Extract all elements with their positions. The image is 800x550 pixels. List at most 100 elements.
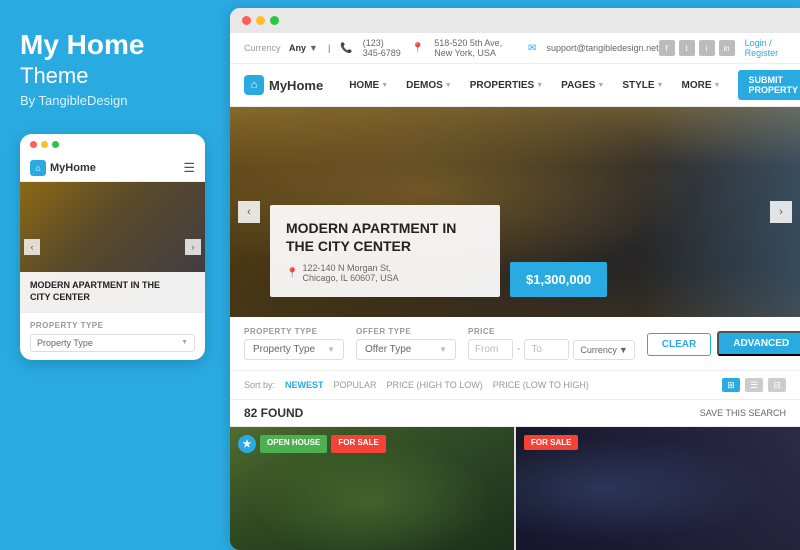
hero-property-card: MODERN APARTMENT IN THE CITY CENTER 📍 12…	[270, 205, 500, 297]
linkedin-icon[interactable]: in	[719, 40, 735, 56]
search-bar: PROPERTY TYPE Property Type ▼ OFFER TYPE…	[230, 317, 800, 371]
right-panel: Currency Any ▼ | 📞 (123) 345-6789 📍 518-…	[230, 8, 800, 550]
nav-properties-label: PROPERTIES	[470, 80, 534, 91]
search-buttons: CLEAR ADVANCED	[647, 331, 800, 356]
left-panel: My Home Theme By TangibleDesign MyHome ☰…	[0, 0, 230, 550]
grid-view-icon[interactable]: ⊞	[722, 378, 740, 392]
sort-price-low[interactable]: PRICE (LOW TO HIGH)	[493, 380, 589, 390]
nav-item-more[interactable]: MORE ▼	[682, 80, 721, 91]
property-card-2-badges: FOR SALE	[524, 435, 578, 450]
advanced-button[interactable]: ADVANCED	[717, 331, 800, 356]
mobile-property-type-select[interactable]: Property Type ▼	[30, 334, 195, 352]
nav-style-label: STYLE	[622, 80, 654, 91]
offer-type-arrow-icon: ▼	[439, 345, 447, 354]
browser-dot-red	[242, 16, 251, 25]
currency-arrow-icon: ▼	[309, 43, 318, 53]
clear-button[interactable]: CLEAR	[647, 333, 711, 356]
mobile-hamburger-icon[interactable]: ☰	[183, 160, 195, 176]
sort-newest[interactable]: NEWEST	[285, 380, 324, 390]
star-badge: ★	[238, 435, 256, 453]
nav-item-home[interactable]: HOME ▼	[349, 80, 388, 91]
nav-pages-label: PAGES	[561, 80, 595, 91]
nav-item-pages[interactable]: PAGES ▼	[561, 80, 604, 91]
mobile-select-value: Property Type	[37, 338, 93, 348]
price-from-input[interactable]: From	[468, 339, 513, 360]
login-link[interactable]: Login / Register	[745, 38, 786, 58]
property-type-field: PROPERTY TYPE Property Type ▼	[244, 327, 344, 360]
mobile-hero: ‹ › MODERN APARTMENT IN THECITY CENTER	[20, 182, 205, 312]
property-type-arrow-icon: ▼	[327, 345, 335, 354]
list-view-icon[interactable]: ☰	[745, 378, 763, 392]
mobile-select-arrow-icon: ▼	[181, 339, 188, 346]
mobile-hero-overlay: MODERN APARTMENT IN THECITY CENTER	[20, 272, 205, 311]
hero-address-text: 122-140 N Morgan St, Chicago, IL 60607, …	[302, 263, 398, 283]
mobile-window-dots	[20, 134, 205, 155]
hero-next-arrow[interactable]: ›	[770, 201, 792, 223]
property-type-select[interactable]: Property Type ▼	[244, 339, 344, 360]
app-title: My Home	[20, 30, 210, 61]
save-search-link[interactable]: SAVE THIS SEARCH	[700, 408, 786, 418]
sort-price-high[interactable]: PRICE (HIGH TO LOW)	[387, 380, 483, 390]
nav-logo-icon: ⌂	[244, 75, 264, 95]
results-bar: Sort by: NEWEST POPULAR PRICE (HIGH TO L…	[230, 371, 800, 400]
hero-property-title: MODERN APARTMENT IN THE CITY CENTER	[286, 219, 484, 255]
for-sale-badge: FOR SALE	[331, 435, 385, 453]
hero-prev-arrow[interactable]: ‹	[238, 201, 260, 223]
browser-chrome	[230, 8, 800, 33]
phone-icon: 📞	[340, 43, 352, 54]
for-sale-badge-2: FOR SALE	[524, 435, 578, 450]
currency-value: Any	[289, 43, 306, 53]
nav-more-arrow-icon: ▼	[714, 82, 721, 89]
mobile-preview: MyHome ☰ ‹ › MODERN APARTMENT IN THECITY…	[20, 134, 205, 360]
currency-btn-arrow-icon: ▼	[619, 345, 628, 355]
mobile-next-arrow[interactable]: ›	[185, 239, 201, 255]
nav-logo-text: MyHome	[269, 78, 323, 93]
mobile-dot-red	[30, 141, 37, 148]
hero-property-price[interactable]: $1,300,000	[510, 262, 607, 297]
facebook-icon[interactable]: f	[659, 40, 675, 56]
currency-select[interactable]: Currency Any ▼	[244, 43, 318, 53]
by-line: By TangibleDesign	[20, 93, 210, 108]
nav-item-style[interactable]: STYLE ▼	[622, 80, 663, 91]
nav-home-label: HOME	[349, 80, 379, 91]
twitter-icon[interactable]: t	[679, 40, 695, 56]
currency-label: Currency	[244, 43, 281, 53]
sort-bar: Sort by: NEWEST POPULAR PRICE (HIGH TO L…	[244, 380, 589, 390]
hero-address-line2: Chicago, IL 60607, USA	[302, 273, 398, 283]
price-dash: -	[517, 344, 520, 355]
map-pin-icon: 📍	[286, 268, 298, 279]
mobile-dot-green	[52, 141, 59, 148]
property-cards: ★ OPEN HOUSE FOR SALE FOR SALE	[230, 427, 800, 550]
mobile-prev-arrow[interactable]: ‹	[24, 239, 40, 255]
submit-property-button[interactable]: SUBMIT PROPERTY +	[738, 70, 800, 100]
instagram-icon[interactable]: i	[699, 40, 715, 56]
sort-popular[interactable]: POPULAR	[334, 380, 377, 390]
mobile-nav: MyHome ☰	[20, 155, 205, 182]
price-inputs: From - To Currency ▼	[468, 339, 635, 360]
address: 518-520 5th Ave, New York, USA	[434, 38, 518, 58]
mobile-logo: MyHome	[30, 160, 96, 176]
property-card-2[interactable]: FOR SALE	[516, 427, 800, 550]
price-to-input[interactable]: To	[524, 339, 569, 360]
hero-section: ‹ › MODERN APARTMENT IN THE CITY CENTER …	[230, 107, 800, 317]
email: support@tangibledesign.net	[546, 43, 658, 53]
nav-item-properties[interactable]: PROPERTIES ▼	[470, 80, 543, 91]
nav-item-demos[interactable]: DEMOS ▼	[406, 80, 452, 91]
phone-number: (123) 345-6789	[363, 38, 402, 58]
property-card-1-badges: ★ OPEN HOUSE FOR SALE	[238, 435, 386, 453]
nav-demos-arrow-icon: ▼	[445, 82, 452, 89]
nav-demos-label: DEMOS	[406, 80, 443, 91]
map-view-icon[interactable]: ⊟	[768, 378, 786, 392]
nav-more-label: MORE	[682, 80, 712, 91]
property-type-value: Property Type	[253, 344, 315, 355]
mobile-logo-text: MyHome	[50, 162, 96, 174]
offer-type-select[interactable]: Offer Type ▼	[356, 339, 456, 360]
browser-dot-yellow	[256, 16, 265, 25]
nav-style-arrow-icon: ▼	[657, 82, 664, 89]
price-currency-button[interactable]: Currency ▼	[573, 340, 634, 360]
nav-pages-arrow-icon: ▼	[597, 82, 604, 89]
browser-dot-green	[270, 16, 279, 25]
top-bar-right: f t i in Login / Register	[659, 38, 786, 58]
social-icons: f t i in	[659, 40, 735, 56]
property-card-1[interactable]: ★ OPEN HOUSE FOR SALE	[230, 427, 514, 550]
